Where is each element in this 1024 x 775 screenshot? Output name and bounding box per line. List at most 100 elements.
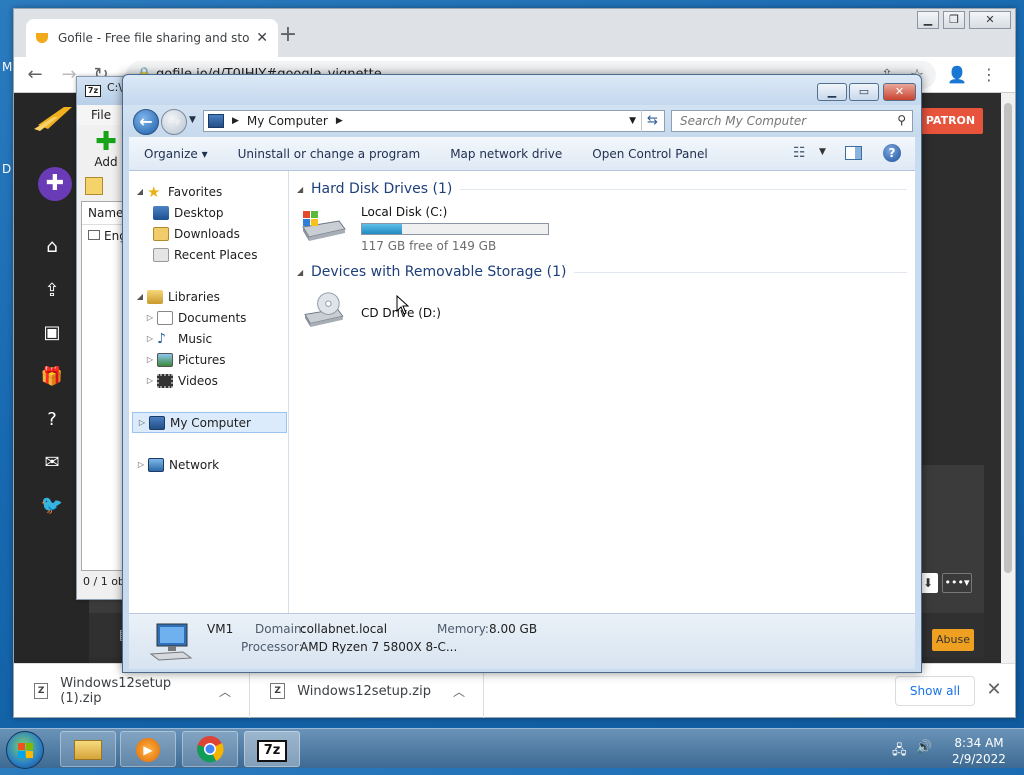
search-icon[interactable]: ⚲ (897, 113, 906, 127)
change-view-icon[interactable]: ☷ (793, 145, 806, 161)
help-icon[interactable]: ? (883, 144, 901, 162)
map-network-drive-button[interactable]: Map network drive (435, 147, 577, 161)
nav-recent-places[interactable]: Recent Places (151, 244, 311, 265)
taskbar-7zip-button[interactable]: 7z (244, 731, 300, 767)
uninstall-program-button[interactable]: Uninstall or change a program (223, 147, 436, 161)
details-pane: VM1 Domain: collabnet.local Memory: 8.00… (129, 613, 915, 669)
organize-button[interactable]: Organize ▾ (129, 147, 223, 161)
expanded-triangle-icon[interactable]: ◢ (135, 292, 145, 301)
folder-icon (74, 740, 102, 760)
forward-button[interactable]: → (161, 109, 187, 135)
group-divider (460, 188, 907, 190)
music-icon: ♪ (157, 330, 166, 347)
disk-usage-bar (361, 223, 549, 235)
explorer-content: ◢ Hard Disk Drives (1) Local Disk (C:) 1… (289, 171, 915, 613)
chrome-tab-gofile[interactable]: Gofile - Free file sharing and stor ✕ (26, 19, 278, 57)
scrollbar-thumb[interactable] (1004, 103, 1012, 573)
explorer-maximize-button[interactable]: ▭ (849, 83, 879, 101)
processor-label: Processor: (241, 640, 303, 654)
screen-icon[interactable]: ▣ (38, 319, 66, 347)
collapsed-triangle-icon[interactable]: ▷ (145, 313, 155, 322)
home-icon[interactable]: ⌂ (38, 233, 66, 261)
chevron-up-icon[interactable]: ︿ (219, 683, 249, 700)
back-arrow-icon[interactable]: ← (24, 64, 46, 86)
nav-pictures[interactable]: ▷ Pictures (145, 349, 305, 370)
twitter-icon[interactable]: 🐦 (38, 492, 66, 520)
explorer-minimize-button[interactable]: ▁ (817, 83, 847, 101)
chrome-menu-icon[interactable]: ⋮ (978, 64, 1000, 86)
chrome-minimize-button[interactable]: ▁ (917, 11, 939, 29)
recent-pages-dropdown-icon[interactable]: ▼ (189, 115, 196, 125)
start-button[interactable] (6, 731, 44, 769)
nav-libraries[interactable]: ◢ Libraries (129, 286, 289, 307)
collapsed-triangle-icon[interactable]: ▷ (136, 460, 146, 469)
close-shelf-icon[interactable]: ✕ (984, 678, 1004, 702)
computer-large-icon (149, 623, 193, 661)
group-header-hdd[interactable]: ◢ Hard Disk Drives (1) (297, 179, 907, 199)
volume-icon[interactable]: 🔊 (916, 740, 932, 755)
explorer-address-bar[interactable]: ▶ My Computer ▶ ▼ (203, 110, 665, 132)
network-tray-icon[interactable]: 🖧 (892, 741, 907, 763)
folder-up-icon[interactable] (85, 177, 103, 195)
show-all-button[interactable]: Show all (895, 676, 975, 706)
cd-drive-icon (304, 292, 344, 327)
search-input[interactable]: Search My Computer ⚲ (671, 110, 913, 132)
clock[interactable]: 8:34 AM 2/9/2022 (944, 735, 1014, 767)
nav-documents[interactable]: ▷ Documents (145, 307, 305, 328)
explorer-titlebar[interactable]: ▁ ▭ ✕ (123, 75, 921, 105)
local-disk-item[interactable]: Local Disk (C:) 117 GB free of 149 GB (299, 201, 569, 253)
abuse-button[interactable]: Abuse (932, 629, 974, 651)
gift-icon[interactable]: 🎁 (38, 363, 66, 391)
chevron-up-icon[interactable]: ︿ (453, 683, 483, 700)
more-options-button[interactable]: •••▾ (942, 573, 972, 593)
nav-desktop[interactable]: Desktop (151, 202, 311, 223)
explorer-close-button[interactable]: ✕ (883, 83, 916, 101)
chrome-restore-button[interactable]: ❐ (943, 11, 965, 29)
mail-icon[interactable]: ✉ (38, 449, 66, 477)
breadcrumb-chevron-icon[interactable]: ▶ (336, 116, 343, 126)
collapsed-triangle-icon[interactable]: ▷ (137, 418, 147, 427)
nav-my-computer[interactable]: ▷ My Computer (132, 412, 287, 433)
libraries-icon (147, 289, 163, 304)
chrome-logo-icon (197, 736, 224, 763)
profile-icon[interactable]: 👤 (946, 64, 968, 86)
new-tab-button[interactable]: + (276, 23, 300, 47)
taskbar-chrome-button[interactable] (182, 731, 238, 767)
view-dropdown-icon[interactable]: ▼ (819, 147, 826, 157)
back-button[interactable]: ← (133, 109, 159, 135)
breadcrumb[interactable]: My Computer (247, 114, 328, 128)
collapsed-triangle-icon[interactable]: ▷ (145, 376, 155, 385)
nav-videos[interactable]: ▷ Videos (145, 370, 305, 391)
preview-pane-icon[interactable] (845, 146, 862, 160)
collapsed-triangle-icon[interactable]: ▷ (145, 355, 155, 364)
desktop-label-m: M (2, 60, 13, 74)
chrome-close-button[interactable]: ✕ (969, 11, 1011, 29)
expanded-triangle-icon[interactable]: ◢ (297, 185, 311, 194)
domain-value: collabnet.local (300, 622, 388, 636)
collapsed-triangle-icon[interactable]: ▷ (145, 334, 155, 343)
explorer-address-row: ← → ▼ ▶ My Computer ▶ ▼ ⇆ Search My Comp… (123, 105, 921, 137)
tab-close-icon[interactable]: ✕ (256, 30, 268, 46)
breadcrumb-separator-icon[interactable]: ▶ (232, 116, 239, 126)
taskbar: ▶ 7z 🖧 🔊 8:34 AM 2/9/2022 (0, 728, 1024, 769)
nav-downloads[interactable]: Downloads (151, 223, 311, 244)
avatar[interactable]: ✚ (38, 167, 72, 201)
expanded-triangle-icon[interactable]: ◢ (297, 268, 311, 277)
expanded-triangle-icon[interactable]: ◢ (135, 187, 145, 196)
taskbar-explorer-button[interactable] (60, 731, 116, 767)
nav-music[interactable]: ▷ ♪ Music (145, 328, 305, 349)
help-icon[interactable]: ? (38, 406, 66, 434)
refresh-icon[interactable]: ⇆ (641, 110, 663, 132)
nav-network[interactable]: ▷ Network (132, 454, 292, 475)
patron-button[interactable]: PATRON (918, 108, 983, 134)
nav-favorites[interactable]: ◢ ★ Favorites (129, 181, 289, 202)
sevenzip-add-button[interactable]: ✚ Add (91, 129, 121, 169)
page-scrollbar[interactable] (1001, 93, 1015, 663)
sevenzip-logo-icon: 7z (85, 85, 101, 97)
address-dropdown-icon[interactable]: ▼ (623, 116, 642, 126)
upload-file-icon[interactable]: ⇪ (38, 277, 66, 305)
domain-label: Domain: (255, 622, 306, 636)
group-header-removable[interactable]: ◢ Devices with Removable Storage (1) (297, 262, 907, 282)
open-control-panel-button[interactable]: Open Control Panel (577, 147, 722, 161)
taskbar-media-player-button[interactable]: ▶ (120, 731, 176, 767)
